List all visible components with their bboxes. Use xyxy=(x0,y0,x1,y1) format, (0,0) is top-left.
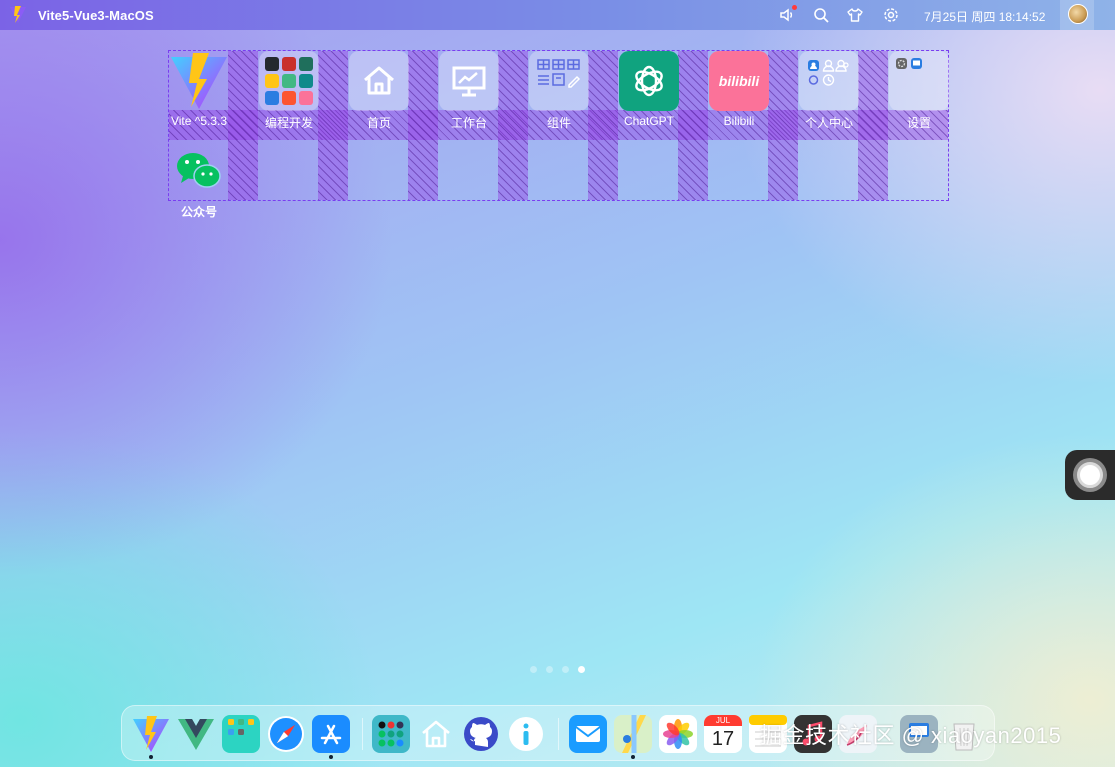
app-label: 设置 xyxy=(906,116,931,130)
mail-icon[interactable] xyxy=(569,715,607,753)
page-dot-1[interactable] xyxy=(530,666,537,673)
info-icon[interactable] xyxy=(507,715,545,753)
maps-icon[interactable] xyxy=(614,715,652,753)
chatgpt-icon xyxy=(619,51,679,111)
home-icon[interactable] xyxy=(417,715,455,753)
desktop-app-workbench[interactable]: 工作台 xyxy=(439,51,499,130)
calendar-icon[interactable]: JUL 17 xyxy=(704,715,742,753)
page-dot-4[interactable] xyxy=(578,666,585,673)
desktop-app-chatgpt[interactable]: ChatGPT xyxy=(619,51,679,128)
app-label: 首页 xyxy=(366,116,391,130)
wechat-icon xyxy=(169,140,229,200)
page-dot-2[interactable] xyxy=(546,666,553,673)
user-center-icon xyxy=(799,51,859,111)
calendar-day: 17 xyxy=(711,728,735,750)
app-label: ChatGPT xyxy=(623,114,674,128)
app-label: 编程开发 xyxy=(264,116,313,130)
photos-icon[interactable] xyxy=(659,715,697,753)
shirt-icon[interactable] xyxy=(846,6,864,24)
vite-icon xyxy=(169,51,229,111)
desktop-app-settings[interactable]: 设置 xyxy=(889,51,949,130)
app-label: 组件 xyxy=(546,116,571,130)
running-indicator xyxy=(149,755,153,759)
page-dot-3[interactable] xyxy=(562,666,569,673)
dock-separator xyxy=(558,718,559,750)
page-indicator xyxy=(530,666,585,673)
launchpad-icon[interactable] xyxy=(222,715,260,753)
notification-badge xyxy=(792,5,797,10)
workbench-icon xyxy=(439,51,499,111)
speaker-icon[interactable] xyxy=(778,5,797,24)
app-folder-icon[interactable] xyxy=(372,715,410,753)
github-icon[interactable] xyxy=(462,715,500,753)
user-menu[interactable] xyxy=(1060,0,1094,30)
bilibili-logo-text: bilibili xyxy=(718,73,760,89)
running-indicator xyxy=(631,755,635,759)
menu-bar: Vite5-Vue3-MacOS 7月25日 周四 18:14:52 xyxy=(0,0,1115,30)
watermark: 掘金技术社区 @ xiaoyan2015 xyxy=(760,723,1062,748)
search-icon[interactable] xyxy=(812,6,830,24)
app-label: 工作台 xyxy=(450,116,487,130)
app-label: 个人中心 xyxy=(804,116,853,130)
desktop-app-home[interactable]: 首页 xyxy=(349,51,409,130)
assistive-touch-button[interactable] xyxy=(1065,450,1115,500)
vue-icon[interactable] xyxy=(177,715,215,753)
avatar xyxy=(1068,4,1088,24)
app-title: Vite5-Vue3-MacOS xyxy=(38,8,154,23)
gear-icon[interactable] xyxy=(882,6,900,24)
vite-icon[interactable] xyxy=(132,715,170,753)
safari-icon[interactable] xyxy=(267,715,305,753)
settings-icon xyxy=(889,51,949,111)
calendar-month: JUL xyxy=(704,715,742,726)
running-indicator xyxy=(329,755,333,759)
desktop-app-vite[interactable]: Vite ^5.3.3 xyxy=(169,51,229,128)
desktop-grid: Vite ^5.3.3 编程开发 首页 工作台 组件 ChatGPT bilib… xyxy=(168,50,949,219)
desktop-app-wechat[interactable]: 公众号 xyxy=(169,140,229,219)
bilibili-icon: bilibili xyxy=(709,51,769,111)
components-icon xyxy=(529,51,589,111)
folder-icon xyxy=(259,51,319,111)
home-icon xyxy=(349,51,409,111)
app-label: 公众号 xyxy=(180,205,217,219)
desktop-app-user-center[interactable]: 个人中心 xyxy=(799,51,859,130)
assistive-core xyxy=(1077,462,1103,488)
app-label: Vite ^5.3.3 xyxy=(170,114,228,128)
app-label: Bilibili xyxy=(723,114,755,128)
app-store-icon[interactable] xyxy=(312,715,350,753)
desktop-app-bilibili[interactable]: bilibili Bilibili xyxy=(709,51,769,128)
desktop-app-components[interactable]: 组件 xyxy=(529,51,589,130)
vite-logo-icon[interactable] xyxy=(10,6,26,24)
dock-separator xyxy=(362,718,363,750)
clock[interactable]: 7月25日 周四 18:14:52 xyxy=(924,8,1045,25)
desktop-app-dev-folder[interactable]: 编程开发 xyxy=(259,51,319,130)
